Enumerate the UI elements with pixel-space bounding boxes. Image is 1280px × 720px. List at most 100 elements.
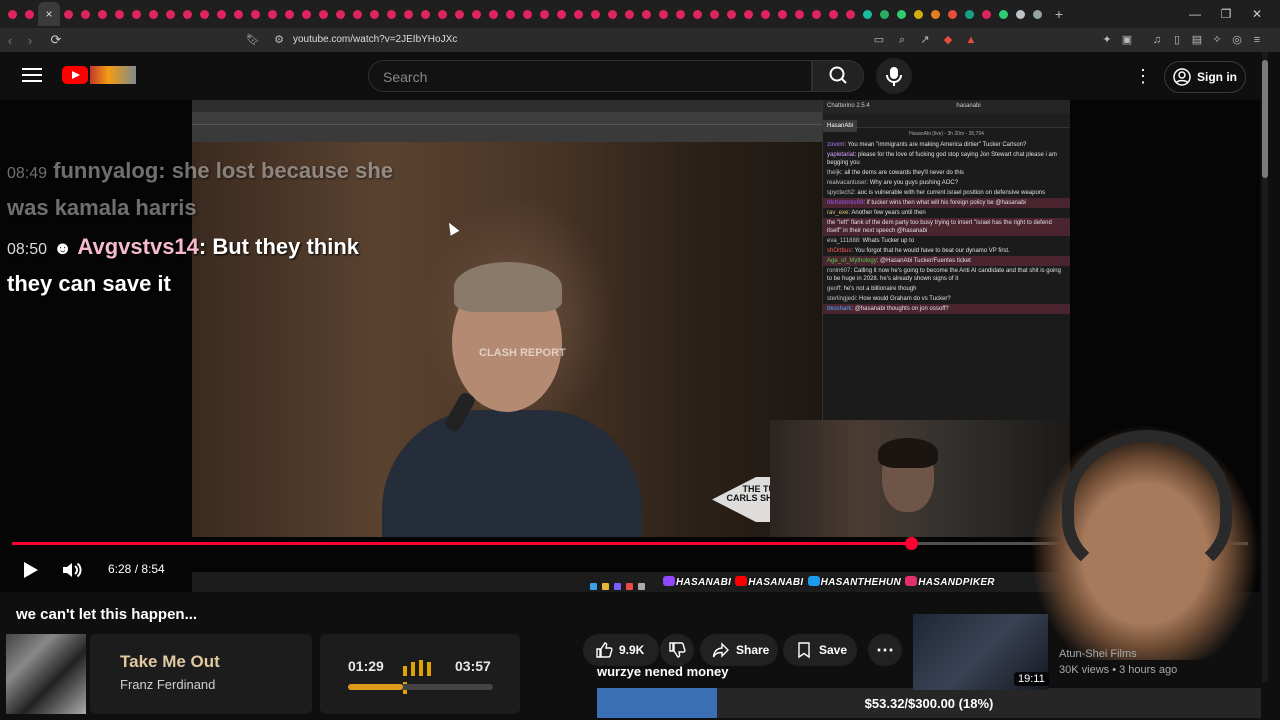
browser-tab[interactable]: [434, 0, 451, 28]
back-button[interactable]: ‹: [0, 33, 20, 48]
browser-tab[interactable]: [179, 0, 196, 28]
search-box[interactable]: [368, 60, 812, 92]
page-scrollbar-thumb[interactable]: [1262, 60, 1268, 178]
browser-tab[interactable]: [111, 0, 128, 28]
voice-search-button[interactable]: [876, 58, 912, 94]
browser-tab[interactable]: [247, 0, 264, 28]
browser-tab[interactable]: [1029, 0, 1046, 28]
browser-tab[interactable]: [145, 0, 162, 28]
browser-tab[interactable]: [349, 0, 366, 28]
reload-button[interactable]: ⟳: [46, 32, 66, 48]
browser-tab[interactable]: [842, 0, 859, 28]
site-info-icon[interactable]: ⚙︎: [272, 33, 286, 47]
browser-tab[interactable]: [587, 0, 604, 28]
browser-tab[interactable]: [298, 0, 315, 28]
browser-tab[interactable]: [366, 0, 383, 28]
more-actions-button[interactable]: ⋯: [868, 634, 902, 666]
browser-tab[interactable]: [332, 0, 349, 28]
browser-tab[interactable]: [944, 0, 961, 28]
share-page-icon[interactable]: ↗: [918, 33, 932, 47]
browser-tab[interactable]: [400, 0, 417, 28]
forward-button[interactable]: ›: [20, 33, 40, 48]
menu-icon[interactable]: ≡: [1250, 33, 1264, 47]
brave-shield-icon[interactable]: ◆: [941, 33, 955, 47]
browser-tab[interactable]: [689, 0, 706, 28]
new-tab-button[interactable]: +: [1046, 6, 1072, 22]
browser-tab[interactable]: [468, 0, 485, 28]
rewards-icon[interactable]: ▲: [964, 33, 978, 47]
browser-tab[interactable]: [791, 0, 808, 28]
browser-tab[interactable]: [859, 0, 876, 28]
browser-tab[interactable]: [94, 0, 111, 28]
browser-tab[interactable]: [876, 0, 893, 28]
extensions-icon[interactable]: ✦: [1100, 33, 1114, 47]
browser-tab[interactable]: [383, 0, 400, 28]
youtube-logo[interactable]: [62, 66, 88, 84]
browser-tab[interactable]: [553, 0, 570, 28]
bookmark-icon[interactable]: 🔖︎: [246, 33, 260, 47]
browser-tab[interactable]: [570, 0, 587, 28]
browser-tab[interactable]: [21, 0, 38, 28]
browser-tab[interactable]: [502, 0, 519, 28]
browser-tab[interactable]: [162, 0, 179, 28]
browser-tab[interactable]: [315, 0, 332, 28]
youtube-doodle-logo[interactable]: [90, 66, 136, 84]
browser-tab[interactable]: [774, 0, 791, 28]
seek-bar-scrubber[interactable]: [905, 537, 918, 550]
browser-tab[interactable]: [655, 0, 672, 28]
close-window-button[interactable]: ✕: [1242, 0, 1272, 28]
browser-tab[interactable]: [4, 0, 21, 28]
browser-tab[interactable]: [740, 0, 757, 28]
browser-tab[interactable]: [1012, 0, 1029, 28]
browser-tab[interactable]: [60, 0, 77, 28]
browser-tab[interactable]: [927, 0, 944, 28]
browser-tab[interactable]: [825, 0, 842, 28]
browser-tab[interactable]: [536, 0, 553, 28]
search-button[interactable]: [812, 60, 864, 92]
browser-tab[interactable]: [77, 0, 94, 28]
browser-tab[interactable]: [213, 0, 230, 28]
sidebar-icon[interactable]: ▯: [1170, 33, 1184, 47]
browser-tab[interactable]: [264, 0, 281, 28]
media-icon[interactable]: ♫: [1150, 33, 1164, 47]
hamburger-menu-icon[interactable]: [22, 68, 42, 84]
tab-search-icon[interactable]: ▣: [1120, 33, 1134, 47]
maximize-button[interactable]: ❐: [1211, 0, 1241, 28]
browser-tab[interactable]: [672, 0, 689, 28]
settings-menu-icon[interactable]: ⋮: [1134, 66, 1152, 86]
browser-tab[interactable]: [910, 0, 927, 28]
browser-tab[interactable]: [757, 0, 774, 28]
sign-in-button[interactable]: Sign in: [1164, 61, 1246, 93]
leo-icon[interactable]: ✧: [1210, 33, 1224, 47]
mute-button[interactable]: [60, 558, 84, 582]
browser-tab[interactable]: [485, 0, 502, 28]
browser-tab[interactable]: [706, 0, 723, 28]
save-button[interactable]: Save: [783, 634, 857, 666]
url-field[interactable]: youtube.com/watch?v=2JEIbYHoJXc: [293, 34, 457, 45]
browser-tab[interactable]: [281, 0, 298, 28]
share-button[interactable]: Share: [700, 634, 778, 666]
browser-tab[interactable]: [893, 0, 910, 28]
browser-tab[interactable]: [451, 0, 468, 28]
browser-tab[interactable]: [638, 0, 655, 28]
play-button[interactable]: [18, 558, 42, 582]
browser-tab[interactable]: [978, 0, 995, 28]
browser-tab[interactable]: [417, 0, 434, 28]
browser-tab[interactable]: [723, 0, 740, 28]
cast-icon[interactable]: ▭: [872, 33, 886, 47]
zoom-icon[interactable]: ⌕: [895, 33, 909, 47]
active-tab-close-icon[interactable]: ×: [38, 2, 60, 26]
browser-tab[interactable]: [196, 0, 213, 28]
browser-tab[interactable]: [961, 0, 978, 28]
suggested-video-channel[interactable]: Atun-Shei Films: [1059, 648, 1137, 660]
browser-tab[interactable]: [995, 0, 1012, 28]
browser-tab[interactable]: [230, 0, 247, 28]
browser-tab[interactable]: [621, 0, 638, 28]
vpn-icon[interactable]: ◎: [1230, 33, 1244, 47]
search-input[interactable]: [383, 69, 783, 85]
browser-tab[interactable]: [519, 0, 536, 28]
dislike-button[interactable]: [660, 634, 694, 666]
wallet-icon[interactable]: ▤: [1190, 33, 1204, 47]
browser-tab[interactable]: [128, 0, 145, 28]
browser-tab[interactable]: [604, 0, 621, 28]
